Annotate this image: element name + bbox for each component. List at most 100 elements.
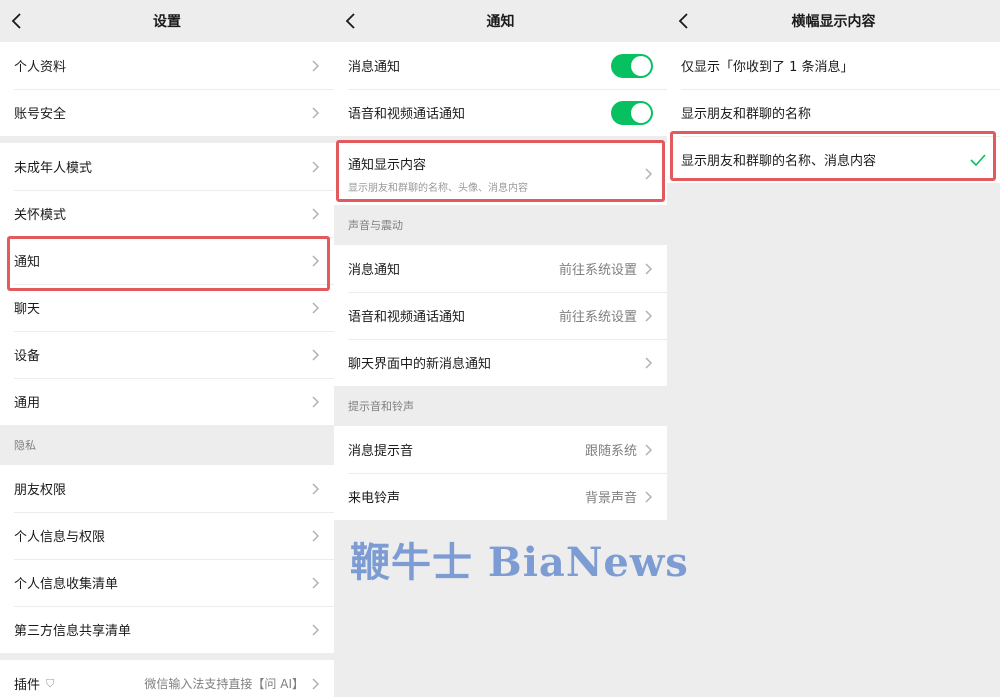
toggle-knob — [631, 55, 651, 76]
option-label: 仅显示「你收到了 1 条消息」 — [681, 60, 854, 75]
settings-item-plugins[interactable]: 插件 ⛉ 微信输入法支持直接【问 AI】 — [0, 660, 334, 697]
back-chevron-left-icon[interactable] — [8, 10, 28, 32]
chevron-right-icon — [312, 160, 320, 173]
item-value: 前往系统设置 — [558, 310, 637, 325]
page-title: 设置 — [153, 14, 181, 30]
settings-group-account: 个人资料 账号安全 — [0, 42, 334, 136]
settings-item-minor-mode[interactable]: 未成年人模式 — [0, 143, 334, 190]
ring-item-message-tone[interactable]: 消息提示音 跟随系统 — [334, 426, 667, 473]
banner-navbar: 横幅显示内容 — [667, 0, 1000, 42]
settings-item-care-mode[interactable]: 关怀模式 — [0, 190, 334, 237]
settings-item-label: 插件 — [14, 678, 41, 693]
item-label: 聊天界面中的新消息通知 — [348, 357, 492, 372]
group-gap — [334, 136, 667, 143]
section-title-ringtone: 提示音和铃声 — [348, 400, 414, 413]
shield-icon: ⛉ — [46, 676, 55, 690]
settings-item-label: 未成年人模式 — [14, 161, 93, 176]
chevron-right-icon — [312, 677, 320, 690]
settings-item-friend-permissions[interactable]: 朋友权限 — [0, 465, 334, 512]
chevron-right-icon — [645, 443, 653, 456]
call-notification-toggle[interactable] — [611, 100, 653, 125]
page-title: 横幅显示内容 — [791, 14, 876, 30]
check-icon — [970, 153, 986, 166]
settings-item-label: 通用 — [14, 396, 41, 411]
chevron-right-icon — [645, 490, 653, 503]
watermark-logo: 鞭牛士 BiaNews — [350, 539, 689, 586]
group-gap — [0, 653, 334, 660]
toggle-label: 语音和视频通话通知 — [348, 107, 466, 122]
banner-option-count-only[interactable]: 仅显示「你收到了 1 条消息」 — [667, 42, 1000, 89]
settings-item-personal-info[interactable]: 个人信息与权限 — [0, 512, 334, 559]
settings-item-general[interactable]: 通用 — [0, 378, 334, 425]
chevron-right-icon — [312, 576, 320, 589]
item-label: 语音和视频通话通知 — [348, 310, 466, 325]
banner-content-panel: 横幅显示内容 仅显示「你收到了 1 条消息」 显示朋友和群聊的名称 显示朋友和群… — [667, 0, 1000, 697]
section-title-sound: 声音与震动 — [348, 219, 403, 232]
settings-item-label: 设备 — [14, 349, 41, 364]
item-label: 消息提示音 — [348, 444, 414, 459]
settings-item-profile[interactable]: 个人资料 — [0, 42, 334, 89]
sound-item-in-chat[interactable]: 聊天界面中的新消息通知 — [334, 339, 667, 386]
chevron-right-icon — [645, 262, 653, 275]
settings-panel: 设置 个人资料 账号安全 未成年人模式 关怀模式 通知 聊天 设备 通用 隐私 … — [0, 0, 334, 697]
item-value: 前往系统设置 — [558, 263, 637, 278]
banner-option-names[interactable]: 显示朋友和群聊的名称 — [667, 89, 1000, 136]
settings-item-devices[interactable]: 设备 — [0, 331, 334, 378]
item-description: 显示朋友和群聊的名称、头像、消息内容 — [348, 183, 528, 194]
ringtone-group: 消息提示音 跟随系统 来电铃声 背景声音 — [334, 426, 667, 520]
settings-item-account-security[interactable]: 账号安全 — [0, 89, 334, 136]
settings-navbar: 设置 — [0, 0, 334, 42]
settings-item-notifications[interactable]: 通知 — [0, 237, 334, 284]
settings-item-label: 通知 — [14, 255, 41, 270]
settings-item-label: 个人信息收集清单 — [14, 577, 119, 592]
notifications-navbar: 通知 — [334, 0, 667, 42]
call-notification-row: 语音和视频通话通知 — [334, 89, 667, 136]
settings-item-label: 个人信息与权限 — [14, 530, 106, 545]
group-gap — [0, 136, 334, 143]
settings-group-general: 未成年人模式 关怀模式 通知 聊天 设备 通用 — [0, 143, 334, 425]
banner-option-names-and-content[interactable]: 显示朋友和群聊的名称、消息内容 — [667, 136, 1000, 183]
chevron-right-icon — [645, 168, 653, 180]
settings-item-label: 聊天 — [14, 302, 41, 317]
option-label: 显示朋友和群聊的名称 — [681, 107, 812, 122]
ring-item-call-ringtone[interactable]: 来电铃声 背景声音 — [334, 473, 667, 520]
message-notification-toggle[interactable] — [611, 53, 653, 78]
settings-item-chat[interactable]: 聊天 — [0, 284, 334, 331]
plugin-promo-text: 微信输入法支持直接【问 AI】 — [144, 677, 304, 691]
settings-item-info-collection[interactable]: 个人信息收集清单 — [0, 559, 334, 606]
item-value: 背景声音 — [584, 491, 637, 506]
notification-display-content-item[interactable]: 通知显示内容 显示朋友和群聊的名称、头像、消息内容 — [334, 143, 667, 205]
settings-item-label: 朋友权限 — [14, 483, 67, 498]
chevron-right-icon — [312, 482, 320, 495]
settings-group-plugins: 插件 ⛉ 微信输入法支持直接【问 AI】 — [0, 660, 334, 697]
chevron-right-icon — [312, 207, 320, 220]
sound-item-call[interactable]: 语音和视频通话通知 前往系统设置 — [334, 292, 667, 339]
chevron-right-icon — [312, 623, 320, 636]
item-label: 消息通知 — [348, 263, 401, 278]
settings-item-label: 个人资料 — [14, 60, 67, 75]
back-chevron-left-icon[interactable] — [342, 10, 362, 32]
item-label: 通知显示内容 — [348, 158, 427, 173]
notification-toggles-group: 消息通知 语音和视频通话通知 — [334, 42, 667, 136]
chevron-right-icon — [312, 395, 320, 408]
settings-item-third-party-sharing[interactable]: 第三方信息共享清单 — [0, 606, 334, 653]
banner-options-group: 仅显示「你收到了 1 条消息」 显示朋友和群聊的名称 显示朋友和群聊的名称、消息… — [667, 42, 1000, 183]
item-text: 通知显示内容 显示朋友和群聊的名称、头像、消息内容 — [348, 154, 643, 194]
chevron-right-icon — [645, 356, 653, 369]
notifications-panel: 通知 消息通知 语音和视频通话通知 通知显示内容 显示朋友和群聊的名称、头像、消… — [334, 0, 667, 697]
item-value: 跟随系统 — [584, 444, 637, 459]
item-label: 来电铃声 — [348, 491, 401, 506]
chevron-right-icon — [312, 106, 320, 119]
settings-group-privacy: 朋友权限 个人信息与权限 个人信息收集清单 第三方信息共享清单 — [0, 465, 334, 653]
chevron-right-icon — [312, 301, 320, 314]
back-chevron-left-icon[interactable] — [675, 10, 695, 32]
sound-item-message[interactable]: 消息通知 前往系统设置 — [334, 245, 667, 292]
settings-item-label: 关怀模式 — [14, 208, 67, 223]
sound-group: 消息通知 前往系统设置 语音和视频通话通知 前往系统设置 聊天界面中的新消息通知 — [334, 245, 667, 386]
chevron-right-icon — [312, 254, 320, 267]
chevron-right-icon — [312, 348, 320, 361]
section-title-privacy: 隐私 — [14, 439, 36, 452]
option-label: 显示朋友和群聊的名称、消息内容 — [681, 154, 877, 169]
chevron-right-icon — [312, 529, 320, 542]
page-title: 通知 — [486, 14, 515, 30]
